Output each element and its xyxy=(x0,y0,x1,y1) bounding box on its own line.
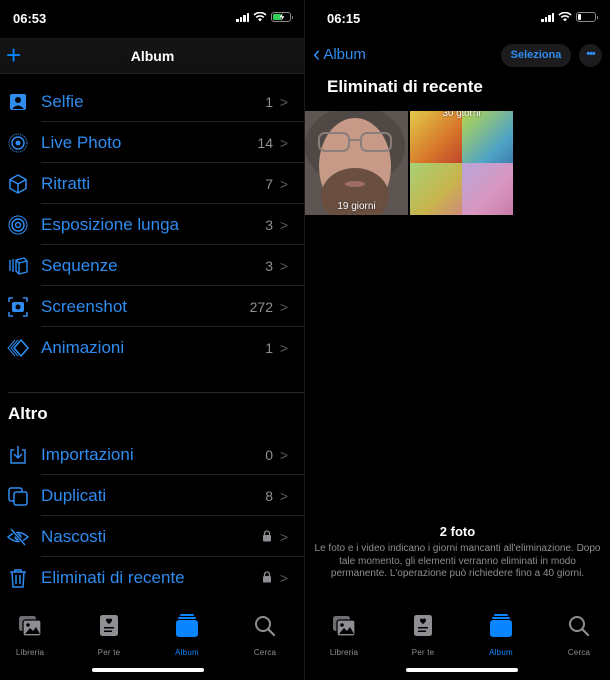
animated-icon xyxy=(7,339,29,357)
live-photo-icon xyxy=(8,133,28,153)
library-icon xyxy=(333,616,356,637)
chevron-right-icon: > xyxy=(279,340,288,356)
wifi-icon xyxy=(253,12,267,22)
for-you-icon xyxy=(100,615,118,636)
album-row-eliminati-di-recente[interactable]: Eliminati di recente > xyxy=(0,557,305,598)
album-row-sequenze[interactable]: Sequenze 3 > xyxy=(0,245,305,286)
tab-libreria[interactable]: Libreria xyxy=(0,614,60,657)
album-icon xyxy=(490,614,512,637)
tab-per-te[interactable]: Per te xyxy=(393,614,453,657)
burst-icon xyxy=(9,257,28,275)
status-time: 06:15 xyxy=(327,11,361,26)
for-you-icon xyxy=(414,615,432,636)
cellular-signal-icon xyxy=(236,12,249,22)
duplicate-icon xyxy=(8,487,28,506)
album-row-ritratti[interactable]: Ritratti 7 > xyxy=(0,163,305,204)
chevron-right-icon: > xyxy=(279,488,288,504)
page-title: Eliminati di recente xyxy=(327,77,483,96)
album-row-esposizione-lunga[interactable]: Esposizione lunga 3 > xyxy=(0,204,305,245)
tab-album[interactable]: Album xyxy=(157,614,217,657)
album-row-animazioni[interactable]: Animazioni 1 > xyxy=(0,327,305,368)
cube-icon xyxy=(9,174,27,194)
tab-cerca[interactable]: Cerca xyxy=(549,614,609,657)
album-row-screenshot[interactable]: Screenshot 272 > xyxy=(0,286,305,327)
chevron-left-icon: ‹ xyxy=(313,41,321,66)
library-icon xyxy=(19,616,42,637)
tab-album[interactable]: Album xyxy=(471,614,531,657)
media-types-list: Selfie 1 > Live Photo 14 > Ritratti 7 > … xyxy=(0,81,305,368)
portrait-image xyxy=(305,111,408,215)
days-left-label: 30 giorni xyxy=(442,111,481,119)
search-icon xyxy=(255,616,276,637)
tab-cerca[interactable]: Cerca xyxy=(235,614,295,657)
deletion-info: 2 foto Le foto e i video indicano i gior… xyxy=(305,524,610,581)
long-exposure-icon xyxy=(8,215,28,235)
section-title-altro: Altro xyxy=(8,404,48,423)
status-bar: 06:15 xyxy=(305,0,610,38)
navigation-bar: + Album xyxy=(0,38,305,74)
albums-screen: 06:53 + Album Selfie 1 > Live Photo 14 >… xyxy=(0,0,305,680)
battery-charging-icon xyxy=(271,12,293,22)
trash-icon xyxy=(10,569,26,588)
more-button[interactable]: ••• xyxy=(579,44,602,67)
selfie-icon xyxy=(10,94,26,110)
home-indicator[interactable] xyxy=(92,668,204,672)
lock-icon xyxy=(263,530,271,542)
album-row-selfie[interactable]: Selfie 1 > xyxy=(0,81,305,122)
back-label: Album xyxy=(323,45,366,63)
photo-grid: 19 giorni 30 giorni xyxy=(305,111,513,215)
tab-per-te[interactable]: Per te xyxy=(79,614,139,657)
tab-libreria[interactable]: Libreria xyxy=(314,614,374,657)
back-button[interactable]: ‹ Album xyxy=(313,41,366,66)
days-left-label: 19 giorni xyxy=(337,201,376,212)
chevron-right-icon: > xyxy=(279,94,288,110)
album-row-duplicati[interactable]: Duplicati 8 > xyxy=(0,475,305,516)
chevron-right-icon: > xyxy=(279,570,288,586)
battery-icon xyxy=(576,12,598,22)
home-indicator[interactable] xyxy=(406,668,518,672)
import-icon xyxy=(10,446,26,464)
photo-thumbnail[interactable]: 30 giorni xyxy=(410,111,513,215)
tab-bar: Libreria Per te Album Cerca xyxy=(305,600,610,680)
chevron-right-icon: > xyxy=(279,217,288,233)
page-title: Album xyxy=(130,48,175,64)
screenshot-icon xyxy=(8,297,28,317)
search-icon xyxy=(569,616,590,637)
other-albums-list: Importazioni 0 > Duplicati 8 > Nascosti … xyxy=(0,434,305,598)
album-row-importazioni[interactable]: Importazioni 0 > xyxy=(0,434,305,475)
chevron-right-icon: > xyxy=(279,176,288,192)
photo-thumbnail[interactable]: 19 giorni xyxy=(305,111,408,215)
chevron-right-icon: > xyxy=(279,447,288,463)
album-row-nascosti[interactable]: Nascosti > xyxy=(0,516,305,557)
navigation-bar: ‹ Album Seleziona ••• xyxy=(305,38,610,74)
photo-count: 2 foto xyxy=(439,524,476,539)
album-row-live-photo[interactable]: Live Photo 14 > xyxy=(0,122,305,163)
cellular-signal-icon xyxy=(541,12,554,22)
chevron-right-icon: > xyxy=(279,529,288,545)
tab-bar: Libreria Per te Album Cerca xyxy=(0,600,305,680)
eye-slash-icon xyxy=(7,528,29,546)
chevron-right-icon: > xyxy=(279,299,288,315)
wifi-icon xyxy=(558,12,572,22)
lock-icon xyxy=(263,571,271,583)
status-time: 06:53 xyxy=(13,11,47,26)
chevron-right-icon: > xyxy=(279,135,288,151)
recently-deleted-screen: 06:15 ‹ Album Seleziona ••• Eliminati di… xyxy=(305,0,610,680)
select-button[interactable]: Seleziona xyxy=(501,44,571,67)
deletion-description: Le foto e i video indicano i giorni manc… xyxy=(314,543,601,579)
status-bar: 06:53 xyxy=(0,0,305,38)
album-icon xyxy=(176,614,198,637)
chevron-right-icon: > xyxy=(279,258,288,274)
section-divider xyxy=(8,392,305,393)
